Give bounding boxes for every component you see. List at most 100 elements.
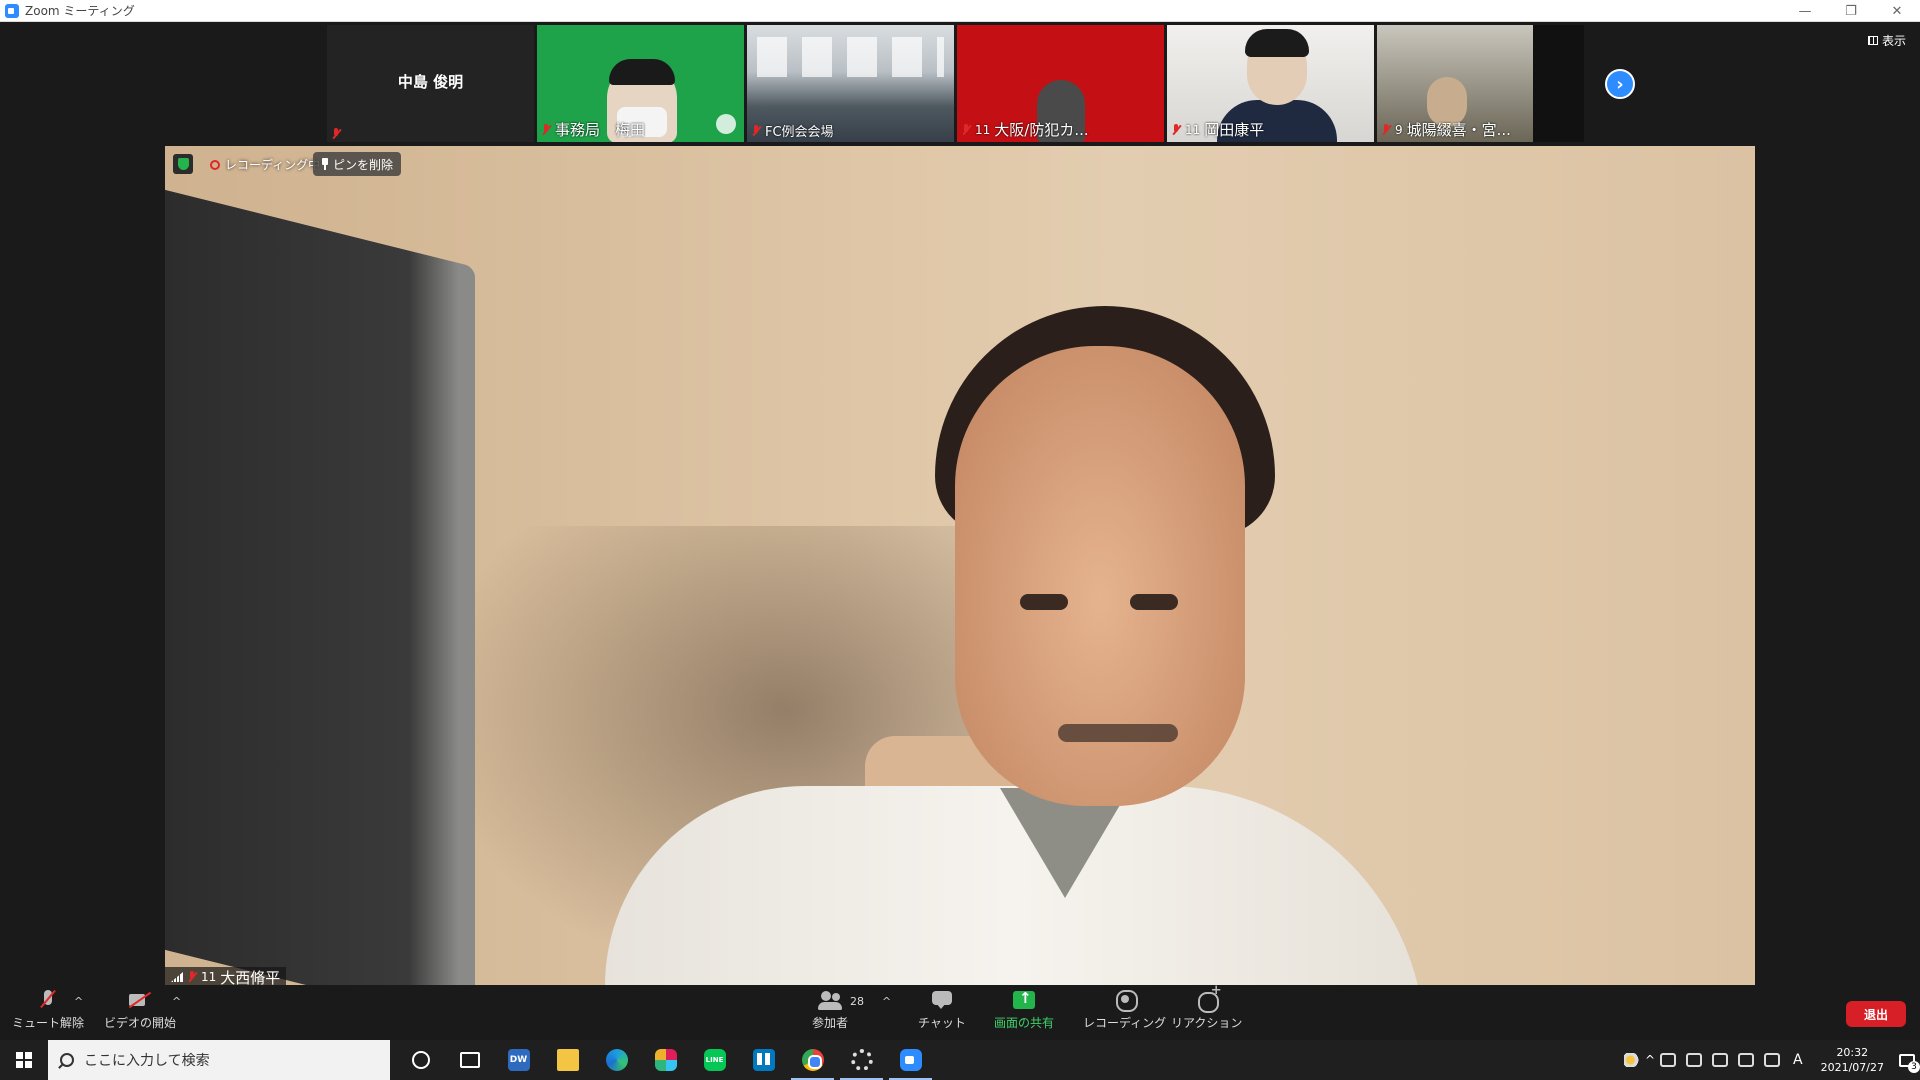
unpin-button[interactable]: ピンを削除 xyxy=(313,152,402,176)
show-hidden-icons-button[interactable]: ^ xyxy=(1645,1053,1655,1067)
dreamweaver-icon: DW xyxy=(507,1049,530,1071)
task-view-icon xyxy=(459,1052,480,1068)
mic-muted-icon xyxy=(541,123,551,136)
reactions-button[interactable]: リアクション xyxy=(1171,983,1243,1031)
main-speaker-video: レコーディング中 ピンを削除 11 大西脩平 xyxy=(165,146,1755,987)
participants-count: 28 xyxy=(850,995,864,1008)
mic-muted-icon xyxy=(751,124,761,137)
participant-name: 城陽綴喜・宮... xyxy=(1406,121,1511,139)
slack-button[interactable] xyxy=(641,1040,690,1080)
video-options-caret[interactable]: ^ xyxy=(172,995,181,1008)
reactions-label: リアクション xyxy=(1171,1016,1243,1030)
video-detail xyxy=(1130,594,1178,610)
restore-button[interactable]: ❐ xyxy=(1828,0,1874,22)
recording-indicator: レコーディング中 xyxy=(210,156,320,173)
settings-button[interactable] xyxy=(837,1040,886,1080)
participant-count: 11 xyxy=(975,122,991,137)
minimize-button[interactable]: — xyxy=(1782,0,1828,22)
cortana-icon xyxy=(411,1051,430,1069)
mic-muted-icon xyxy=(961,123,971,136)
security-shield-icon[interactable] xyxy=(173,154,193,174)
share-screen-icon xyxy=(1011,989,1037,1011)
participants-label: 参加者 xyxy=(812,1016,849,1030)
recording-label: レコーディング中 xyxy=(225,158,321,172)
leave-button[interactable]: 退出 xyxy=(1846,1001,1906,1027)
trello-button[interactable] xyxy=(739,1040,788,1080)
meet-now-icon[interactable] xyxy=(1660,1053,1677,1067)
participant-thumbnail[interactable]: FC例会会場 xyxy=(747,25,954,142)
dreamweaver-button[interactable]: DW xyxy=(494,1040,543,1080)
participants-options-caret[interactable]: ^ xyxy=(882,995,891,1008)
notification-center-button[interactable]: 3 xyxy=(1894,1040,1920,1080)
grid-icon xyxy=(1867,36,1878,45)
edge-button[interactable] xyxy=(592,1040,641,1080)
file-explorer-button[interactable] xyxy=(543,1040,592,1080)
start-video-button[interactable]: ビデオの開始 xyxy=(104,989,176,1031)
notification-badge: 3 xyxy=(1908,1061,1920,1073)
participant-label: 事務局 梅田 xyxy=(541,119,645,140)
unpin-label: ピンを削除 xyxy=(333,157,394,172)
close-button[interactable]: ✕ xyxy=(1874,0,1920,22)
meeting-toolbar: ミュート解除 ^ ビデオの開始 ^ 参加者 28 ^ チャット 画面の共有 レコ… xyxy=(0,983,1920,1040)
zoom-button[interactable] xyxy=(886,1040,935,1080)
taskbar-apps: DW LINE xyxy=(396,1040,935,1080)
share-screen-button[interactable]: 画面の共有 xyxy=(994,989,1054,1031)
participant-thumbnail[interactable]: 11 岡田康平 xyxy=(1167,25,1374,142)
participant-video-detail xyxy=(1245,29,1309,57)
participant-thumbnail[interactable]: 事務局 梅田 xyxy=(537,25,744,142)
participant-thumbnail[interactable]: 9 城陽綴喜・宮... xyxy=(1377,25,1584,142)
windows-taskbar: ここに入力して検索 DW LINE ^ A 20:32 2021/07/27 3 xyxy=(0,1040,1920,1080)
unmute-label: ミュート解除 xyxy=(12,1016,85,1030)
weather-icon[interactable] xyxy=(1623,1053,1640,1067)
participant-center-name: 中島 俊明 xyxy=(397,73,464,91)
record-button[interactable]: レコーディング xyxy=(1083,989,1166,1031)
settings-icon xyxy=(850,1049,873,1071)
start-video-label: ビデオの開始 xyxy=(104,1016,177,1030)
view-button-label: 表示 xyxy=(1881,34,1906,48)
next-page-button[interactable]: › xyxy=(1605,69,1635,99)
participant-label xyxy=(331,128,341,140)
record-dot-icon xyxy=(210,159,220,170)
chat-icon xyxy=(929,989,955,1011)
clock-date: 2021/07/27 xyxy=(1820,1061,1884,1074)
speaker-name: 大西脩平 xyxy=(220,968,281,987)
participant-video-detail xyxy=(1533,25,1584,142)
taskbar-search[interactable]: ここに入力して検索 xyxy=(48,1040,390,1080)
microphone-muted-icon xyxy=(35,989,61,1011)
task-view-button[interactable] xyxy=(445,1040,494,1080)
shield-glyph xyxy=(177,158,189,170)
edge-icon xyxy=(605,1049,628,1071)
camera-off-icon xyxy=(127,989,153,1011)
taskbar-clock[interactable]: 20:32 2021/07/27 xyxy=(1821,1045,1884,1075)
search-placeholder: ここに入力して検索 xyxy=(84,1053,210,1069)
line-icon: LINE xyxy=(703,1049,726,1071)
zoom-icon xyxy=(899,1049,922,1071)
network-icon[interactable] xyxy=(1712,1053,1729,1067)
cortana-button[interactable] xyxy=(396,1040,445,1080)
window-title-bar: Zoom ミーティング — ❐ ✕ xyxy=(0,0,1920,22)
participants-button[interactable]: 参加者 xyxy=(812,989,848,1031)
view-button[interactable]: 表示 xyxy=(1867,32,1906,49)
chat-button[interactable]: チャット xyxy=(918,989,966,1031)
volume-icon[interactable] xyxy=(1764,1053,1781,1067)
chrome-button[interactable] xyxy=(788,1040,837,1080)
participant-thumbnail[interactable]: 中島 俊明 xyxy=(327,25,534,142)
record-label: レコーディング xyxy=(1083,1016,1167,1030)
participant-name: 岡田康平 xyxy=(1204,121,1265,139)
participants-icon xyxy=(817,989,843,1011)
participant-name: 事務局 梅田 xyxy=(555,121,646,139)
signal-strength-icon xyxy=(171,972,183,982)
participant-name: 大阪/防犯カ... xyxy=(994,121,1089,139)
dropbox-icon[interactable] xyxy=(1738,1053,1755,1067)
audio-options-caret[interactable]: ^ xyxy=(74,995,83,1008)
participant-thumbnail[interactable]: 11 大阪/防犯カ... xyxy=(957,25,1164,142)
sync-error-icon[interactable] xyxy=(1686,1053,1703,1067)
window-controls: — ❐ ✕ xyxy=(1782,0,1920,22)
start-button[interactable] xyxy=(0,1040,48,1080)
ime-indicator[interactable]: A xyxy=(1793,1052,1803,1068)
participant-label: 9 城陽綴喜・宮... xyxy=(1381,119,1511,140)
participant-count: 9 xyxy=(1395,122,1403,137)
logo-icon xyxy=(716,114,736,134)
chevron-right-icon: › xyxy=(1616,73,1624,95)
line-button[interactable]: LINE xyxy=(690,1040,739,1080)
